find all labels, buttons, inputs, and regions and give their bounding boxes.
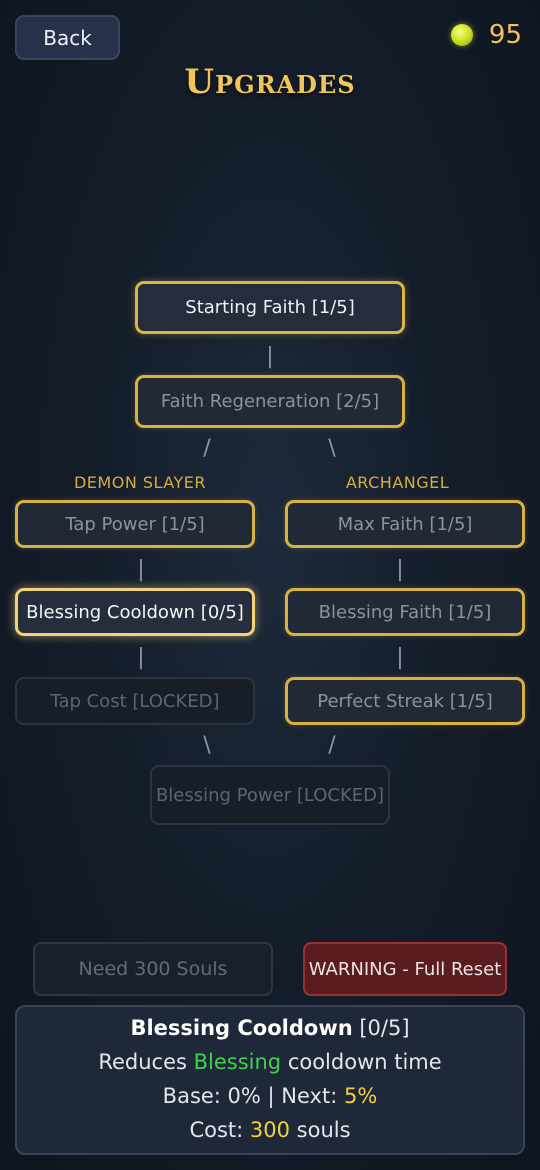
upgrade-node-blessing-cooldown[interactable]: Blessing Cooldown [0/5] bbox=[15, 588, 255, 636]
purchase-upgrade-button[interactable]: Need 300 Souls bbox=[33, 942, 273, 996]
upgrade-node-blessing-power[interactable]: Blessing Power [LOCKED] bbox=[150, 765, 390, 825]
info-description: Reduces Blessing cooldown time bbox=[17, 1045, 523, 1079]
info-cost: Cost: 300 souls bbox=[17, 1113, 523, 1147]
upgrade-node-faith-regeneration[interactable]: Faith Regeneration [2/5] bbox=[135, 375, 405, 428]
info-upgrade-name: Blessing Cooldown bbox=[130, 1016, 353, 1040]
info-desc-suffix: cooldown time bbox=[281, 1050, 442, 1074]
soul-orb-icon bbox=[450, 24, 473, 46]
full-reset-button[interactable]: WARNING - Full Reset bbox=[303, 942, 507, 996]
info-cost-value: 300 bbox=[249, 1118, 290, 1142]
info-cost-label: Cost: bbox=[189, 1118, 250, 1142]
upgrade-node-tap-cost[interactable]: Tap Cost [LOCKED] bbox=[15, 677, 255, 725]
info-title: Blessing Cooldown [0/5] bbox=[17, 1011, 523, 1045]
connector-vertical: | bbox=[396, 557, 404, 582]
upgrade-node-tap-power[interactable]: Tap Power [1/5] bbox=[15, 500, 255, 548]
info-cost-suffix: souls bbox=[289, 1118, 351, 1142]
branch-label-demon-slayer: DEMON SLAYER bbox=[73, 473, 207, 492]
connector-vertical: | bbox=[137, 645, 145, 670]
info-upgrade-level: [0/5] bbox=[352, 1016, 410, 1040]
upgrade-info-panel: Blessing Cooldown [0/5] Reduces Blessing… bbox=[15, 1005, 525, 1155]
upgrade-node-blessing-faith[interactable]: Blessing Faith [1/5] bbox=[285, 588, 525, 636]
upgrade-node-perfect-streak[interactable]: Perfect Streak [1/5] bbox=[285, 677, 525, 725]
connector-vertical: | bbox=[396, 645, 404, 670]
connector-vertical: | bbox=[137, 557, 145, 582]
upgrade-node-starting-faith[interactable]: Starting Faith [1/5] bbox=[135, 281, 405, 334]
back-button[interactable]: Back bbox=[15, 15, 120, 60]
souls-display: 95 bbox=[450, 20, 522, 50]
info-next-value: 5% bbox=[343, 1084, 378, 1108]
souls-count: 95 bbox=[488, 20, 522, 50]
page-title: Upgrades bbox=[184, 62, 356, 102]
info-base-label: Base: 0% | Next: bbox=[162, 1084, 344, 1108]
connector-right: \ bbox=[203, 733, 211, 758]
connector-vertical: | bbox=[266, 344, 274, 369]
info-desc-highlight: Blessing bbox=[193, 1050, 282, 1074]
connector-left: / bbox=[203, 436, 211, 461]
info-desc-prefix: Reduces bbox=[98, 1050, 194, 1074]
connector-right: \ bbox=[328, 436, 336, 461]
upgrade-node-max-faith[interactable]: Max Faith [1/5] bbox=[285, 500, 525, 548]
info-base-next: Base: 0% | Next: 5% bbox=[17, 1079, 523, 1113]
connector-left: / bbox=[328, 733, 336, 758]
branch-label-archangel: ARCHANGEL bbox=[345, 473, 450, 492]
